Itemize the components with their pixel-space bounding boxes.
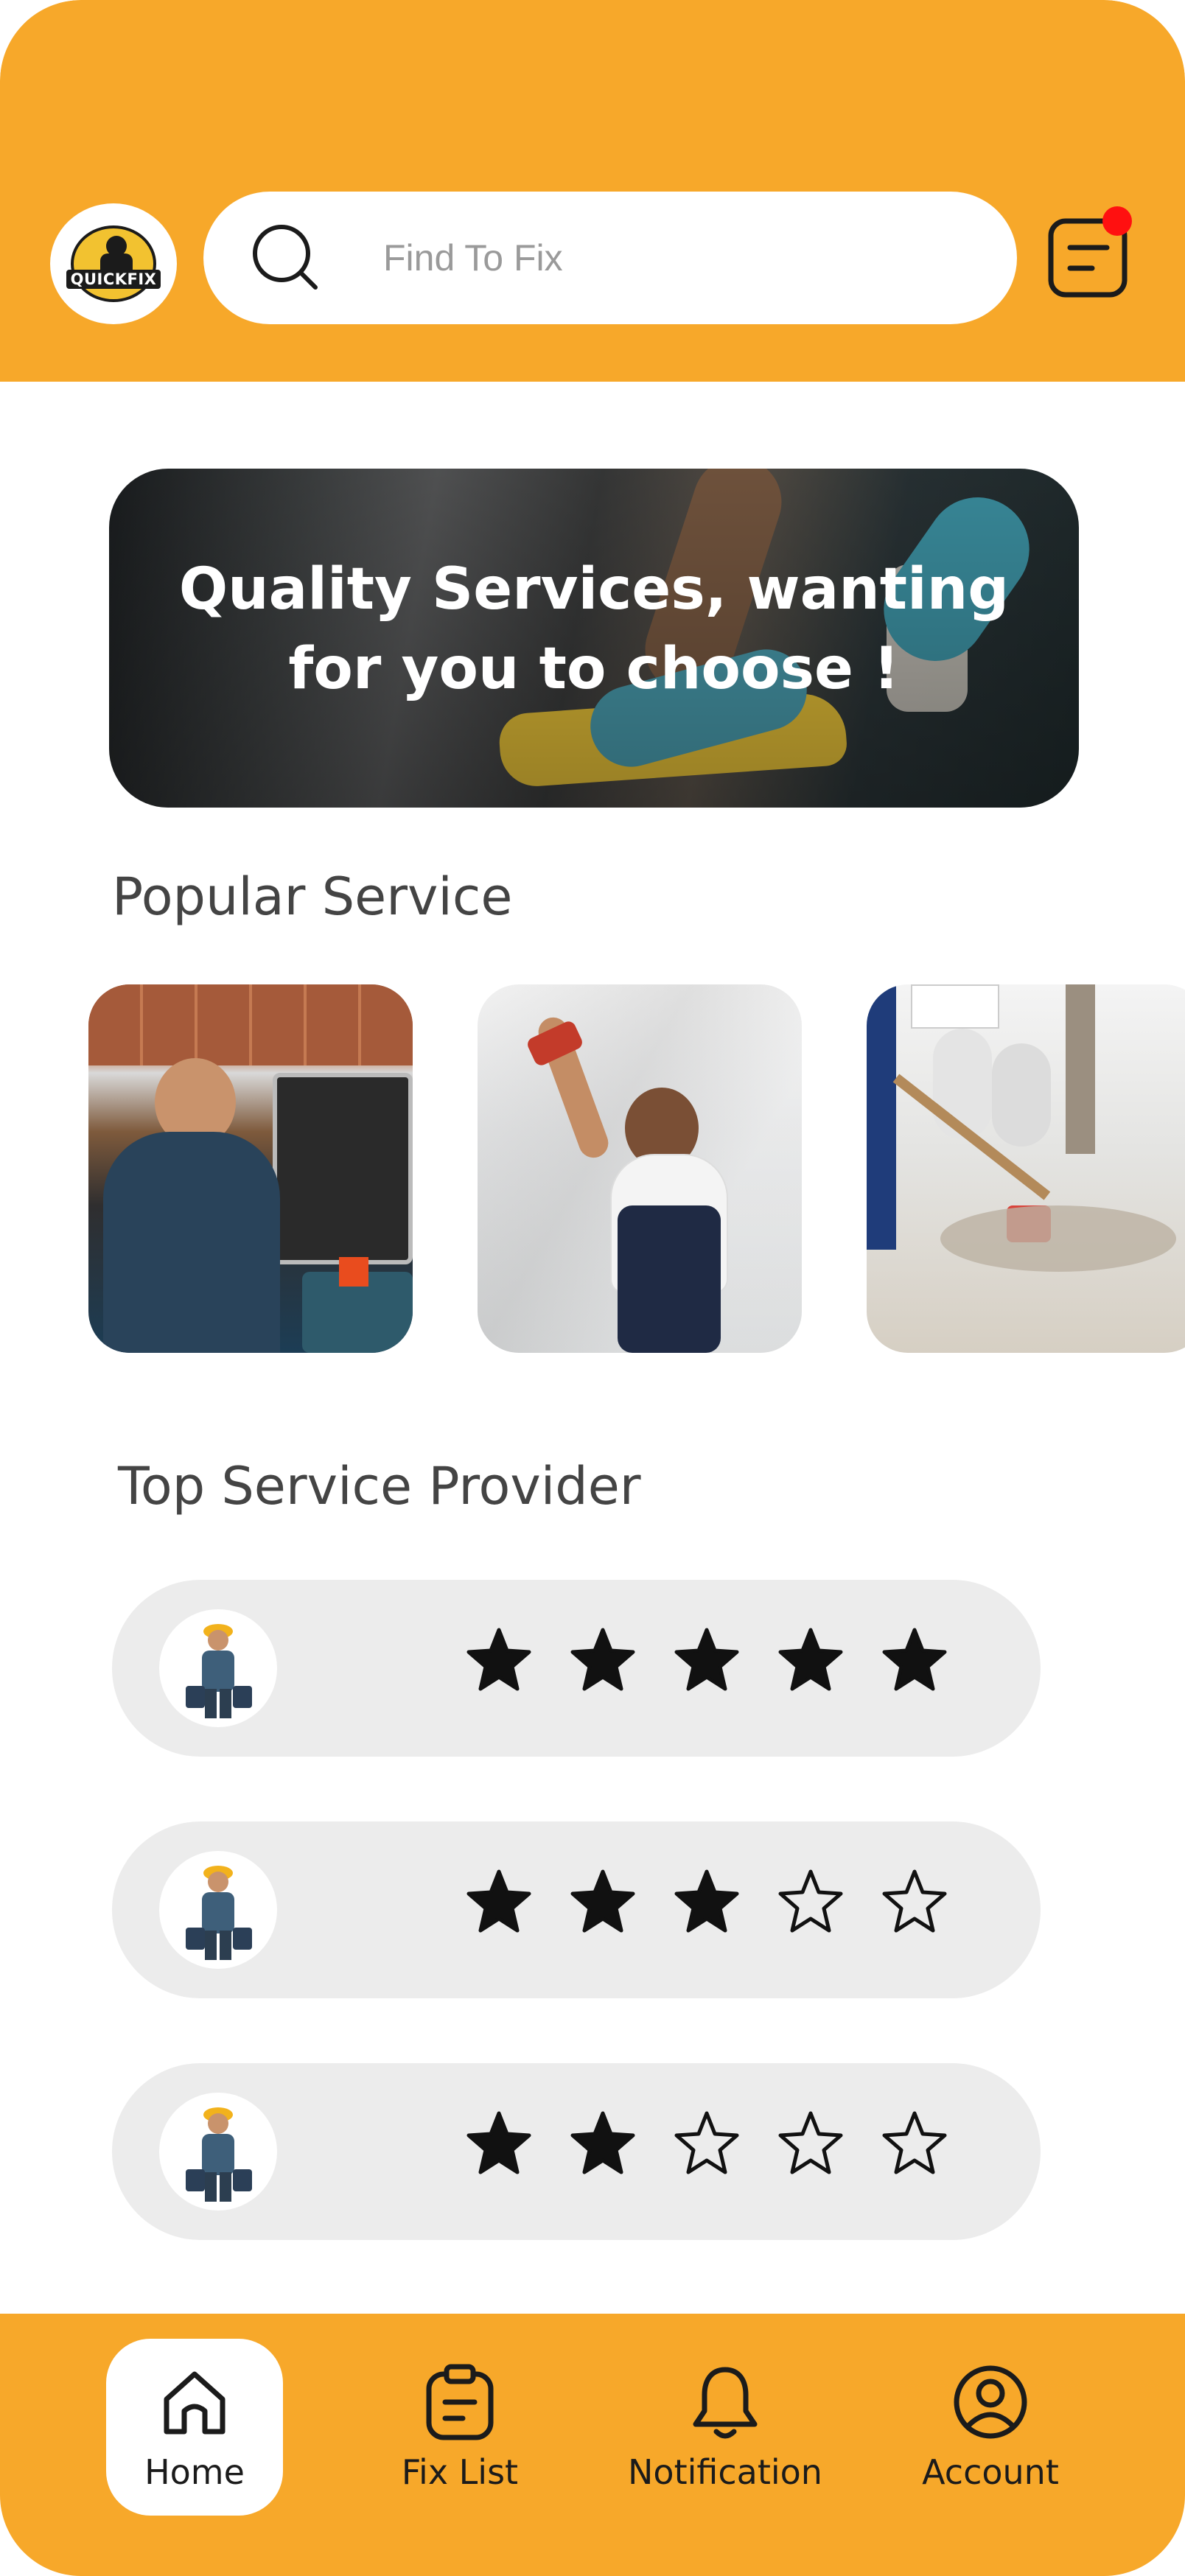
nav-home[interactable]: Home: [106, 2339, 283, 2516]
provider-avatar: [159, 2093, 277, 2211]
search-bar[interactable]: [203, 192, 1017, 324]
top-provider-title: Top Service Provider: [118, 1456, 641, 1516]
star-filled-icon: [466, 2111, 531, 2174]
nav-fix-list[interactable]: Fix List: [371, 2339, 548, 2516]
rating-stars: [464, 2109, 949, 2178]
logo-badge: QUICKFIX: [66, 225, 161, 302]
app-logo[interactable]: QUICKFIX: [50, 203, 177, 324]
rating-stars: [464, 1625, 949, 1695]
bell-icon: [693, 2367, 758, 2439]
service-card-oven-repair[interactable]: [88, 984, 413, 1353]
service-card-plumbing[interactable]: [478, 984, 802, 1353]
notification-dot: [1102, 206, 1132, 236]
banner-title-line1: Quality Services, wanting: [178, 556, 1010, 623]
star-filled-icon: [570, 2111, 635, 2174]
nav-notification[interactable]: Notification: [622, 2339, 828, 2516]
app-screen: QUICKFIX Quality Services, wanting for y…: [0, 0, 1185, 2576]
provider-avatar: [159, 1609, 277, 1727]
star-filled-icon: [466, 1628, 531, 1691]
star-empty-icon: [882, 2111, 947, 2174]
banner-title: Quality Services, wanting for you to cho…: [109, 550, 1079, 709]
promo-banner[interactable]: Quality Services, wanting for you to cho…: [109, 469, 1079, 808]
rating-stars: [464, 1867, 949, 1936]
search-icon: [253, 225, 318, 290]
provider-row[interactable]: [112, 2063, 1041, 2240]
header: QUICKFIX: [0, 0, 1185, 382]
logo-text: QUICKFIX: [66, 270, 161, 289]
provider-row[interactable]: [112, 1580, 1041, 1757]
star-empty-icon: [778, 2111, 843, 2174]
nav-fix-list-label: Fix List: [401, 2452, 519, 2492]
star-empty-icon: [778, 1869, 843, 1933]
star-filled-icon: [570, 1869, 635, 1933]
star-empty-icon: [674, 2111, 739, 2174]
service-card-cleaning[interactable]: [867, 984, 1185, 1353]
star-filled-icon: [466, 1869, 531, 1933]
nav-home-label: Home: [144, 2452, 245, 2492]
user-icon: [954, 2365, 1027, 2439]
search-input[interactable]: [383, 228, 973, 287]
bottom-nav: Home Fix List Notification Account: [0, 2314, 1185, 2576]
star-filled-icon: [778, 1628, 843, 1691]
popular-service-title: Popular Service: [112, 867, 513, 927]
provider-row[interactable]: [112, 1821, 1041, 1998]
star-filled-icon: [570, 1628, 635, 1691]
nav-account-label: Account: [922, 2452, 1059, 2492]
star-filled-icon: [674, 1869, 739, 1933]
clipboard-icon: [426, 2364, 494, 2440]
nav-account[interactable]: Account: [902, 2339, 1079, 2516]
nav-notification-label: Notification: [628, 2452, 822, 2492]
banner-title-line2: for you to choose !: [288, 636, 900, 702]
star-empty-icon: [882, 1869, 947, 1933]
provider-avatar: [159, 1851, 277, 1969]
star-filled-icon: [674, 1628, 739, 1691]
star-filled-icon: [882, 1628, 947, 1691]
home-icon: [164, 2371, 226, 2435]
